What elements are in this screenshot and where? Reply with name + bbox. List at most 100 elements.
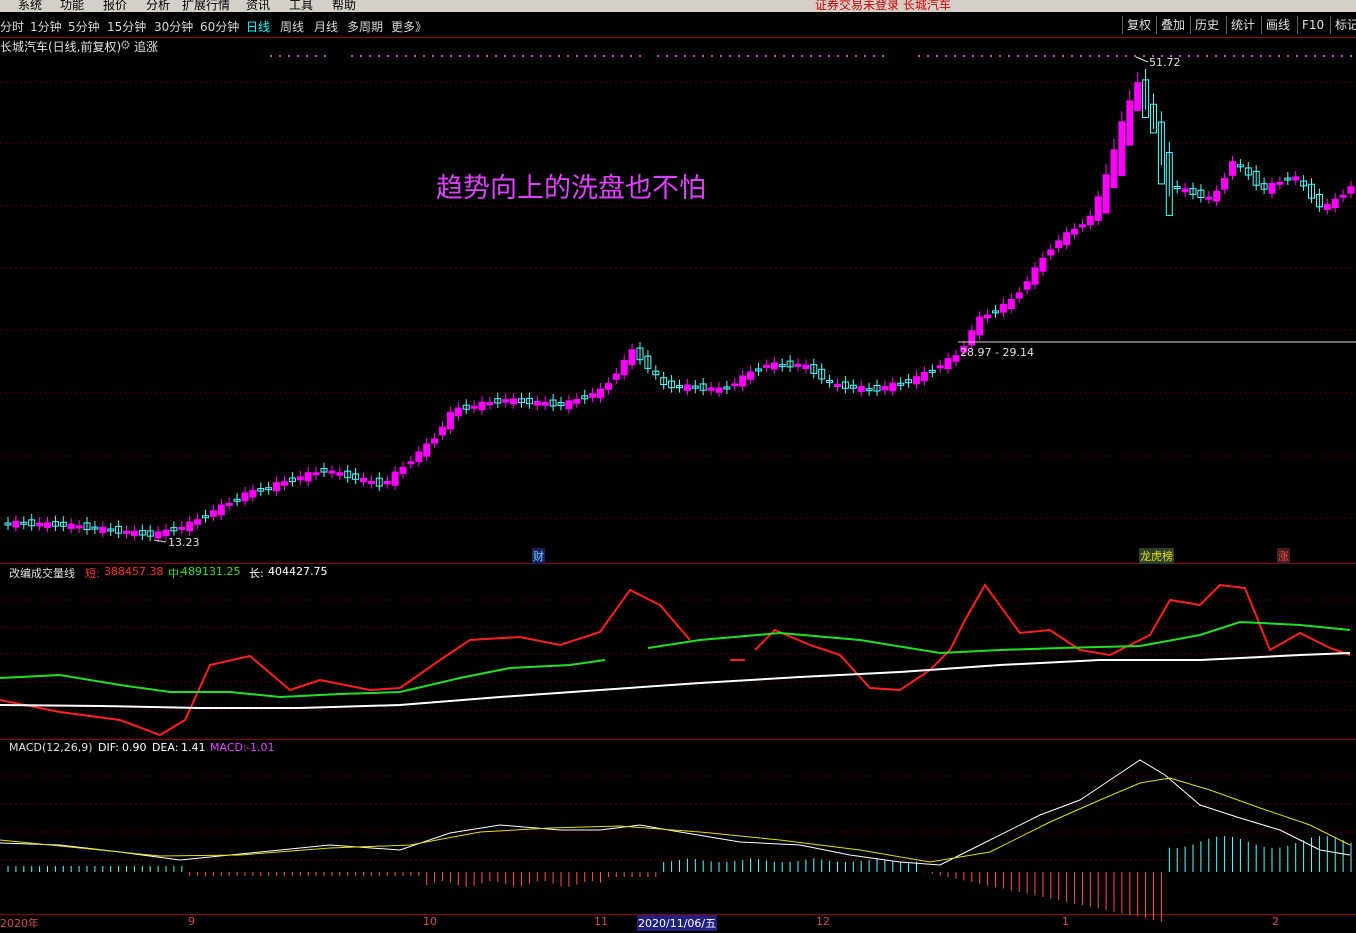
dot-marker [414,55,416,57]
dot-marker [828,55,830,57]
volume-indicator-name[interactable]: 改编成交量线 [9,565,75,581]
candle-body [470,405,478,409]
candle-body [715,387,723,393]
dot-marker [594,55,596,57]
dea-value: 1.41 [181,741,206,754]
dot-marker [486,55,488,57]
candle-body [770,362,778,370]
dot-marker [720,55,722,57]
dot-marker [1350,55,1352,57]
macd-indicator-name[interactable]: MACD(12,26,9) [9,741,93,754]
candle-body [36,522,44,527]
dif-label: DIF: [98,741,119,754]
candle-body [241,492,249,502]
event-marker-dragon-tiger[interactable]: 龙虎榜 [1139,548,1174,564]
candle-body [44,522,51,528]
candle-body [1110,149,1118,188]
candle-body [1181,188,1189,193]
candle-body [186,521,194,532]
candle-body [75,525,83,529]
dot-marker [1197,55,1199,57]
price-high-label: 51.72 [1149,56,1181,69]
dot-marker [522,55,524,57]
dot-marker [810,55,812,57]
candle-body [328,470,336,474]
dot-marker [999,55,1001,57]
dot-marker [405,55,407,57]
candle-body [1055,240,1063,249]
dot-marker [666,55,668,57]
candle-body [976,316,984,336]
candle-body [1268,183,1276,194]
candle-body [597,388,604,399]
mid-volume-line [0,659,606,699]
candle-body [1292,176,1300,181]
candle-body [415,451,423,463]
dot-marker [1332,55,1334,57]
candle-body [431,438,439,444]
candle-body [1213,190,1221,202]
dot-marker [792,55,794,57]
dot-marker [1251,55,1253,57]
candle-body [1229,161,1236,176]
dot-marker [1080,55,1082,57]
candle-body [1331,198,1339,209]
candle-body [478,401,486,411]
dot-marker [1323,55,1325,57]
dot-marker [288,55,290,57]
dot-marker [477,55,479,57]
dot-marker [585,55,587,57]
candle-body [486,402,494,406]
dot-marker [630,55,632,57]
dot-marker [1188,55,1190,57]
event-marker-limit-up[interactable]: 涨 [1277,548,1290,564]
macd-value: -1.01 [246,741,275,754]
dot-marker [1269,55,1271,57]
dot-marker [1017,55,1019,57]
event-marker-finance[interactable]: 财 [532,548,545,564]
candle-body [731,383,739,387]
candle-body [1039,257,1047,272]
candle-body [573,399,581,404]
dot-marker [1035,55,1037,57]
chart-annotation: 趋势向上的洗盘也不怕 [436,173,706,204]
dot-marker [441,55,443,57]
candle-body [1118,121,1126,177]
dot-marker [747,55,749,57]
candle-body [565,400,573,410]
candle-body [881,386,889,391]
candle-body [1071,228,1078,235]
candle-body [920,371,928,382]
dot-marker [981,55,983,57]
candle-body [178,526,186,530]
dot-marker [396,55,398,57]
dot-marker [1125,55,1127,57]
candle-body [1094,196,1102,221]
candle-body [1205,196,1213,200]
candle-body [123,530,130,534]
date-tick: 1 [1062,915,1069,928]
dot-marker [513,55,515,57]
candle-body [968,330,976,346]
dea-label: DEA: [152,741,179,754]
candle-body [154,531,162,539]
dot-marker [1134,55,1136,57]
dot-marker [378,55,380,57]
candle-body [1078,224,1086,228]
candle-body [1134,82,1142,112]
dot-marker [918,55,920,57]
dot-marker [1242,55,1244,57]
dif-value: 0.90 [122,741,147,754]
price-low-label: 13.23 [168,536,200,549]
dot-marker [1260,55,1262,57]
candle-body [312,472,320,476]
dot-marker [1224,55,1226,57]
dot-marker [576,55,578,57]
dot-marker [1143,55,1145,57]
dot-marker [657,55,659,57]
dot-marker [963,55,965,57]
kline-chart[interactable]: 51.72 13.23 28.97 - 29.14 [0,0,1356,933]
dot-marker [1062,55,1064,57]
candle-body [407,461,415,465]
candle-body [360,477,367,483]
